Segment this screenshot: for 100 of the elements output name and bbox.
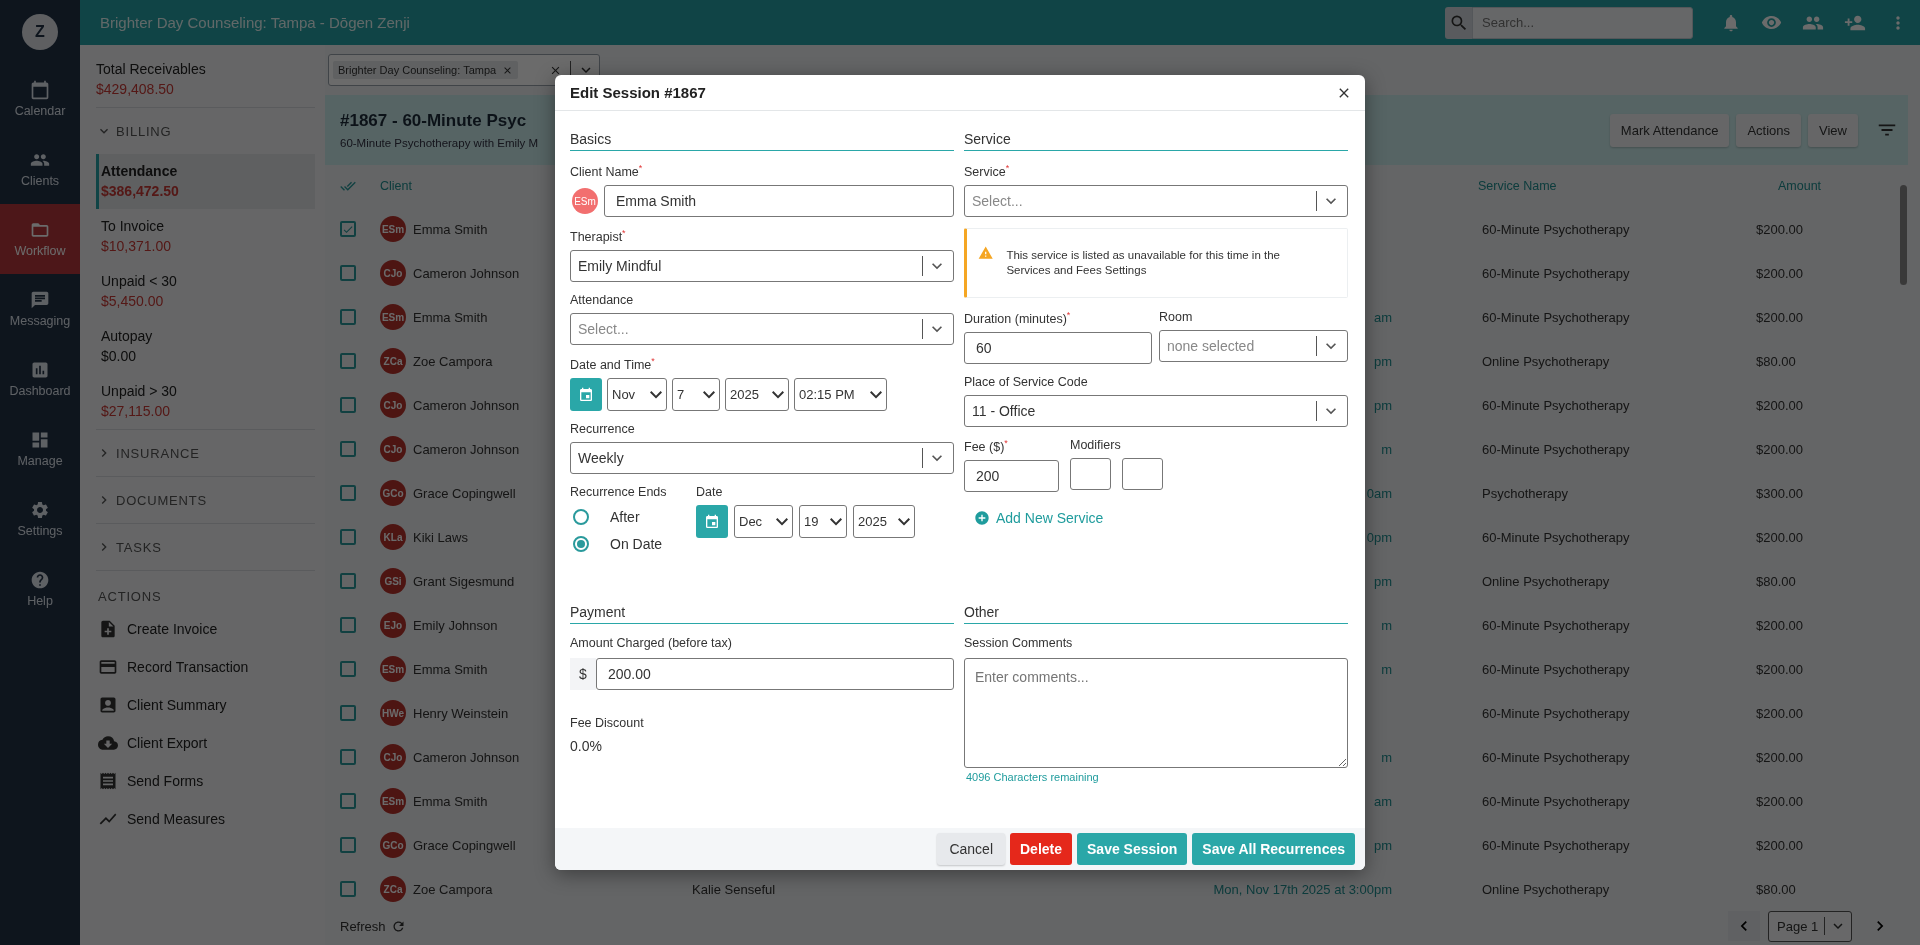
session-date[interactable]: am	[1373, 793, 1392, 809]
amount: $200.00	[1756, 749, 1804, 765]
month-select[interactable]: Nov	[607, 378, 667, 412]
field-label: Place of Service Code	[964, 375, 1089, 390]
year-select[interactable]: 2025	[853, 505, 915, 539]
service-select[interactable]: Select...	[964, 185, 1348, 218]
dialog-title: Edit Session #1867	[570, 84, 706, 101]
field-label: Recurrence	[570, 422, 636, 437]
session-date[interactable]: m	[1381, 661, 1392, 677]
column-header[interactable]: Amount	[1756, 179, 1822, 193]
nav-item[interactable]: Calendar	[0, 64, 80, 134]
action-link[interactable]: Record Transaction	[96, 648, 325, 686]
warning-text: This service is listed as unavailable for this time in the Services and Fees Settings	[1006, 247, 1281, 279]
day-select[interactable]: 7	[672, 378, 720, 412]
nav-item[interactable]: Clients	[0, 134, 80, 204]
client-avatar: ZCa	[380, 348, 406, 374]
sidebar-item[interactable]: Unpaid > 30 $27,115.00	[96, 374, 315, 429]
nav-item[interactable]: Manage	[0, 414, 80, 484]
session-date[interactable]: pm	[1373, 353, 1392, 369]
client-avatar: CJo	[380, 744, 406, 770]
comments-field[interactable]: Enter comments...	[964, 658, 1348, 768]
amount: $200.00	[1756, 837, 1804, 853]
service-name: 60-Minute Psychotherapy	[1481, 837, 1631, 853]
section-header[interactable]: TASKS	[96, 524, 315, 570]
nav-item[interactable]: Workflow	[0, 204, 80, 274]
client-avatar: EJo	[380, 612, 406, 638]
client-avatar: ESm	[380, 304, 406, 330]
client-name: Emily Johnson	[413, 617, 498, 633]
session-date[interactable]: 0am	[1366, 485, 1392, 501]
section-header[interactable]: BILLING	[96, 108, 315, 154]
header-button[interactable]: Mark Attendance	[1609, 113, 1730, 147]
header-button[interactable]: View	[1808, 113, 1858, 147]
session-date[interactable]: m	[1381, 617, 1392, 633]
dialog-button[interactable]: Delete	[1010, 833, 1073, 865]
duration-field[interactable]: 60	[964, 332, 1152, 365]
sidebar-item[interactable]: Autopay $0.00	[96, 319, 315, 374]
session-date[interactable]: m	[1381, 441, 1392, 457]
therapist-select[interactable]: Emily Mindful	[570, 250, 954, 283]
session-subtitle: 60-Minute Psychotherapy with Emily M	[340, 137, 539, 149]
sidebar-item[interactable]: Attendance $386,472.50	[96, 154, 315, 209]
client-name: Cameron Johnson	[413, 265, 520, 281]
radio-label[interactable]: On Date	[610, 535, 663, 552]
dialog-button[interactable]: Save All Recurrences	[1192, 833, 1355, 865]
session-date[interactable]: m	[1381, 749, 1392, 765]
nav-item[interactable]: Help	[0, 554, 80, 624]
client-avatar: KLa	[380, 524, 406, 550]
amount: $200.00	[1756, 265, 1804, 281]
section-title: Payment	[570, 604, 954, 624]
session-date[interactable]: am	[1373, 309, 1392, 325]
amount: $80.00	[1756, 573, 1797, 589]
column-header[interactable]: Client	[380, 179, 412, 193]
session-date[interactable]: pm	[1373, 837, 1392, 853]
field-label: Recurrence Ends	[570, 485, 668, 500]
action-link[interactable]: Create Invoice	[96, 610, 325, 648]
sidebar-item[interactable]: Unpaid < 30 $5,450.00	[96, 264, 315, 319]
action-link[interactable]: Send Measures	[96, 800, 325, 838]
radio-label[interactable]: After	[610, 508, 640, 525]
section-header[interactable]: INSURANCE	[96, 430, 315, 476]
attendance-select[interactable]: Select...	[570, 313, 954, 346]
total-receivables-amount: $429,408.50	[96, 81, 175, 97]
section-header[interactable]: DOCUMENTS	[96, 477, 315, 523]
client-avatar: GCo	[380, 480, 406, 506]
amount: $200.00	[1756, 441, 1804, 457]
amount-field[interactable]: 200.00	[596, 658, 954, 690]
year-select[interactable]: 2025	[725, 378, 789, 412]
dialog-button[interactable]: Save Session	[1077, 833, 1188, 865]
client-avatar: CJo	[380, 392, 406, 418]
room-select[interactable]: none selected	[1159, 330, 1348, 363]
nav-item[interactable]: Messaging	[0, 274, 80, 344]
location-filter[interactable]: Brighter Day Counseling: Tampa	[328, 54, 600, 86]
header-button[interactable]: Actions	[1736, 113, 1802, 147]
session-date[interactable]: pm	[1373, 397, 1392, 413]
fee-field[interactable]: 200	[964, 460, 1059, 493]
sidebar-item[interactable]: To Invoice $10,371.00	[96, 209, 315, 264]
client-name-field[interactable]: Emma Smith	[604, 185, 954, 218]
amount: $200.00	[1756, 617, 1804, 633]
amount: $200.00	[1756, 221, 1804, 237]
session-date[interactable]: Mon, Nov 17th 2025 at 3:00pm	[1213, 881, 1392, 897]
page-select[interactable]: Page 1	[1768, 910, 1852, 942]
action-link[interactable]: Client Summary	[96, 686, 325, 724]
logo[interactable]: Z	[22, 14, 58, 50]
client-name: Cameron Johnson	[413, 441, 520, 457]
recurrence-select[interactable]: Weekly	[570, 442, 954, 475]
filter-tag[interactable]: Brighter Day Counseling: Tampa	[333, 61, 519, 79]
month-select[interactable]: Dec	[734, 505, 793, 539]
service-name: 60-Minute Psychotherapy	[1481, 529, 1631, 545]
client-avatar: HWe	[380, 700, 406, 726]
session-date[interactable]: 0pm	[1366, 529, 1392, 545]
column-header[interactable]: Service Name	[1392, 179, 1557, 193]
add-service-link[interactable]: Add New Service	[964, 510, 1104, 527]
refresh-button[interactable]: Refresh	[340, 918, 1728, 934]
time-select[interactable]: 02:15 PM	[794, 378, 887, 412]
place-of-service-select[interactable]: 11 - Office	[964, 395, 1348, 428]
nav-item[interactable]: Dashboard	[0, 344, 80, 414]
action-link[interactable]: Send Forms	[96, 762, 325, 800]
session-date[interactable]: pm	[1373, 573, 1392, 589]
day-select[interactable]: 19	[799, 505, 847, 539]
nav-item[interactable]: Settings	[0, 484, 80, 554]
action-link[interactable]: Client Export	[96, 724, 325, 762]
dialog-button[interactable]: Cancel	[937, 833, 1005, 865]
